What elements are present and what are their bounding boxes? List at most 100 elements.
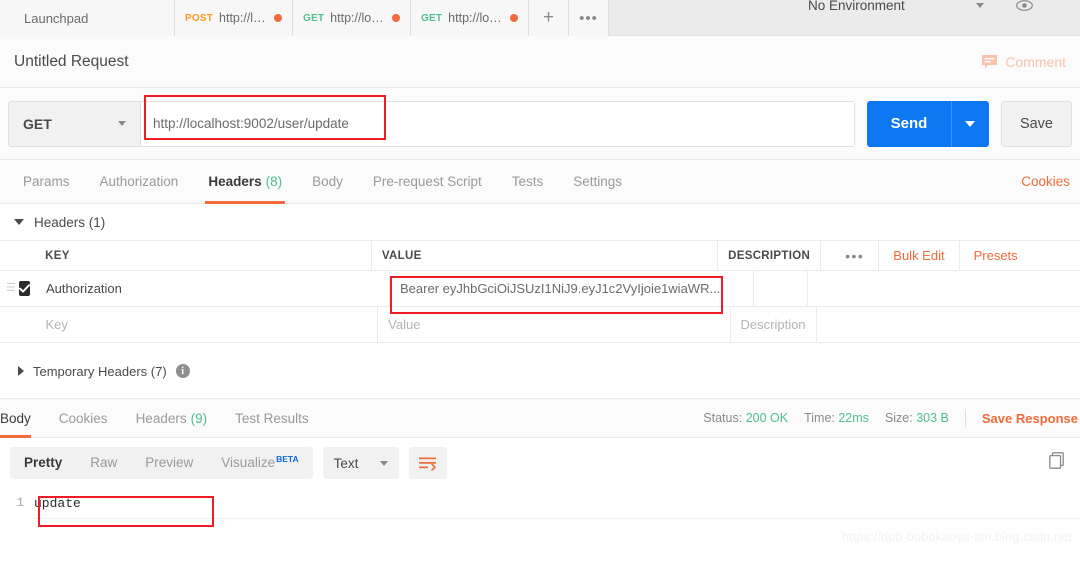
header-cell-check [0, 241, 35, 270]
comment-button[interactable]: Comment [981, 54, 1066, 70]
row-tools [817, 307, 1080, 342]
save-response-button[interactable]: Save Response [982, 411, 1078, 426]
table-more-options-button[interactable]: ••• [831, 241, 880, 270]
tab-headers[interactable]: Headers (8) [193, 160, 297, 204]
tab-tests[interactable]: Tests [497, 160, 559, 204]
row-checkbox-cell [0, 307, 35, 342]
headers-collapse-label: Headers (1) [34, 214, 106, 230]
tab-count: (8) [265, 174, 283, 189]
drag-handle-icon[interactable]: ☰ [6, 283, 16, 294]
chevron-down-icon [379, 460, 388, 466]
line-number: 1 [16, 496, 24, 510]
response-tabs: Body Cookies Headers (9) Test Results St… [0, 398, 1080, 438]
copy-icon [1049, 452, 1064, 469]
info-icon[interactable]: i [175, 364, 190, 378]
request-tab-2[interactable]: GET http://localhost:... [293, 0, 411, 36]
view-mode-pretty[interactable]: Pretty [10, 447, 76, 479]
http-method-selector[interactable]: GET [8, 100, 140, 147]
copy-response-button[interactable] [1049, 452, 1070, 474]
tab-label: Body [0, 410, 31, 426]
send-button-group: Send [866, 100, 989, 147]
tab-label: Headers [135, 410, 187, 426]
bulk-edit-button[interactable]: Bulk Edit [879, 241, 960, 270]
new-tab-button[interactable]: + [529, 0, 569, 36]
size-value: 303 B [916, 411, 949, 425]
headers-collapse-toggle[interactable]: Headers (1) [0, 204, 1080, 240]
tab-url-label: http://localhost:... [448, 11, 504, 25]
url-input[interactable]: http://localhost:9002/user/update [140, 100, 855, 147]
tab-label: Pre-request Script [372, 174, 482, 189]
comment-icon [982, 54, 998, 69]
table-row-placeholder: Key Value Description [0, 307, 1080, 343]
presets-button[interactable]: Presets [960, 241, 1032, 270]
new-header-value-input[interactable]: Value [388, 317, 420, 332]
tab-method-label: GET [303, 12, 325, 24]
view-mode-visualize[interactable]: Visualize BETA [207, 447, 312, 479]
response-tab-cookies[interactable]: Cookies [45, 398, 122, 438]
tab-method-label: POST [185, 12, 214, 24]
new-header-description-input[interactable]: Description [741, 317, 806, 332]
beta-badge: BETA [276, 454, 299, 464]
tab-pre-request-script[interactable]: Pre-request Script [358, 160, 497, 204]
tab-body[interactable]: Body [297, 160, 358, 204]
time-label: Time: [804, 411, 835, 425]
tab-launchpad[interactable]: Launchpad [0, 0, 175, 36]
view-mode-preview[interactable]: Preview [131, 447, 207, 479]
request-title-row: Untitled Request Comment [0, 36, 1080, 88]
request-tab-1[interactable]: POST http://localhos... [175, 0, 293, 36]
table-row: ☰ Authorization Bearer eyJhbGciOiJSUzI1N… [0, 271, 1080, 307]
response-tab-test-results[interactable]: Test Results [221, 398, 323, 438]
status-value: 200 OK [745, 411, 789, 425]
save-button[interactable]: Save [1000, 100, 1072, 147]
tab-authorization[interactable]: Authorization [85, 160, 194, 204]
tab-method-label: GET [421, 12, 443, 24]
tab-more-options-button[interactable]: ••• [569, 0, 609, 36]
page-title: Untitled Request [14, 52, 129, 70]
wrap-lines-button[interactable] [408, 447, 447, 479]
view-mode-raw[interactable]: Raw [76, 447, 131, 479]
table-header-row: KEY VALUE DESCRIPTION ••• Bulk Edit Pres… [0, 240, 1080, 271]
new-header-key-input[interactable]: Key [45, 317, 67, 332]
headers-table: KEY VALUE DESCRIPTION ••• Bulk Edit Pres… [0, 240, 1080, 343]
tab-label: Authorization [99, 174, 179, 189]
status-badge: Status: 200 OK [703, 411, 788, 425]
check-icon [18, 284, 30, 293]
tab-bar: Launchpad POST http://localhos... GET ht… [0, 0, 1080, 36]
unsaved-dot-icon [274, 14, 282, 22]
environment-quick-look-button[interactable] [1002, 0, 1046, 20]
temporary-headers-toggle[interactable]: Temporary Headers (7) i [0, 355, 1080, 387]
tab-settings[interactable]: Settings [558, 160, 637, 204]
response-tab-headers[interactable]: Headers (9) [122, 398, 222, 438]
tab-label: Headers [208, 174, 262, 189]
tab-label: Params [23, 174, 70, 189]
url-text: http://localhost:9002/user/update [153, 116, 349, 131]
response-status-bar: Status: 200 OK Time: 22ms Size: 303 B Sa… [703, 409, 1080, 427]
response-format-label: Text [333, 455, 359, 471]
tab-count: (9) [190, 410, 208, 426]
tab-params[interactable]: Params [8, 160, 85, 204]
response-body-text[interactable]: update [34, 496, 81, 511]
column-header-description: DESCRIPTION [728, 249, 811, 262]
request-tabs: Params Authorization Headers (8) Body Pr… [0, 160, 1080, 204]
eye-icon [1015, 0, 1033, 11]
chevron-right-icon [18, 366, 24, 376]
tab-launchpad-label: Launchpad [24, 10, 89, 26]
row-checkbox-cell: ☰ [0, 271, 36, 306]
response-body: 1 update [0, 488, 1080, 562]
code-line-divider [34, 518, 1080, 519]
row-enabled-checkbox[interactable] [18, 281, 30, 296]
response-tab-body[interactable]: Body [0, 398, 45, 438]
send-options-button[interactable] [950, 100, 989, 147]
environment-selector[interactable]: No Environment [796, 0, 996, 20]
row-tools [808, 271, 1080, 306]
request-tab-3[interactable]: GET http://localhost:... [411, 0, 529, 36]
response-format-selector[interactable]: Text [322, 447, 399, 479]
temporary-headers-label: Temporary Headers (7) [33, 363, 167, 379]
tab-url-label: http://localhost:... [330, 11, 386, 25]
code-line: 1 update [0, 488, 1080, 512]
header-value-input[interactable]: Bearer eyJhbGciOiJSUzI1NiJ9.eyJ1c2VyIjoi… [400, 281, 720, 296]
cookies-link[interactable]: Cookies [1021, 174, 1072, 189]
chevron-down-icon [118, 121, 126, 126]
header-key-input[interactable]: Authorization [46, 281, 122, 296]
send-button[interactable]: Send [866, 100, 951, 147]
